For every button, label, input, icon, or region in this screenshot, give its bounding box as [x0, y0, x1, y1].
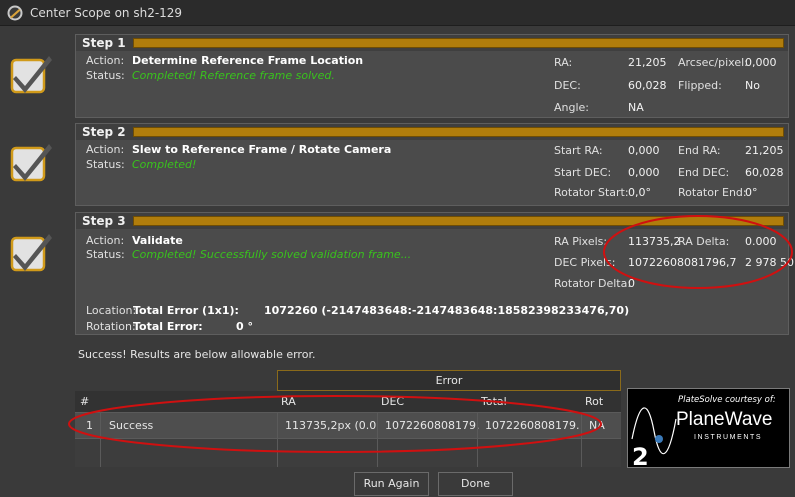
annotation-ellipse: [603, 215, 793, 289]
annotation-ellipse: [68, 395, 602, 453]
annotation-overlay: [68, 215, 793, 453]
